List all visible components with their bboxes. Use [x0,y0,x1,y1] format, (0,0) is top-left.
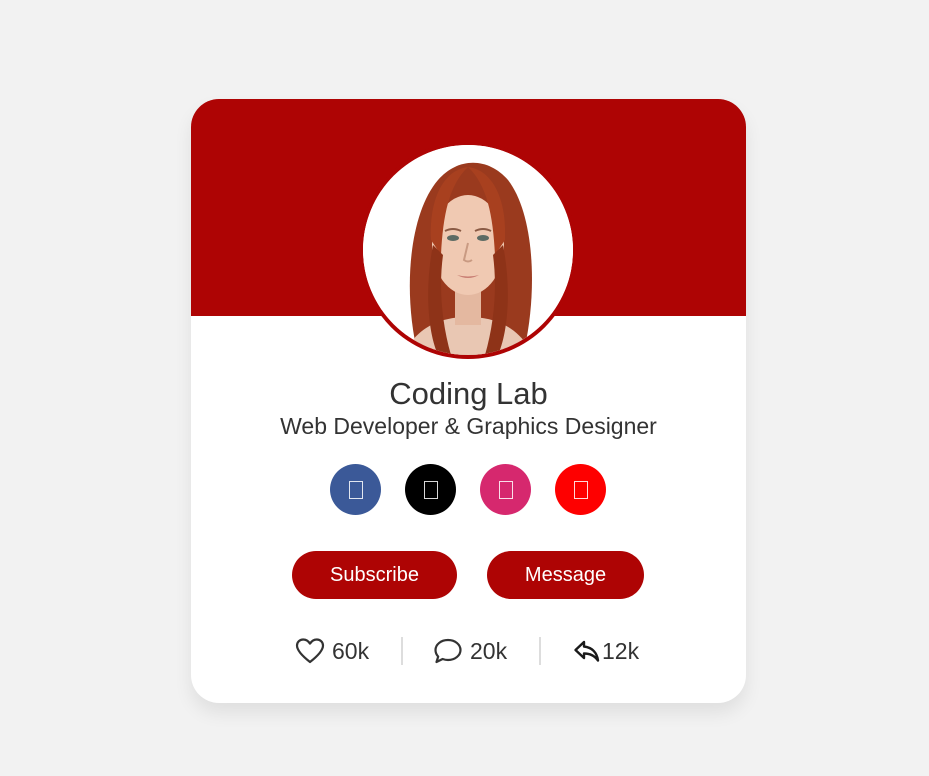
subscribe-button[interactable]: Subscribe [292,551,457,599]
divider [401,637,403,665]
twitter-link[interactable] [405,464,456,515]
youtube-icon [573,480,588,499]
avatar-image [363,145,573,355]
instagram-link[interactable] [480,464,531,515]
comments-stat[interactable]: 20k [433,634,507,668]
comments-count: 20k [470,637,508,664]
reply-icon [574,640,600,662]
facebook-icon [348,480,363,499]
comment-icon [434,638,462,664]
stats-row: 60k 20k 12k [191,634,746,668]
page: Coding Lab Web Developer & Graphics Desi… [0,0,929,776]
divider [539,637,541,665]
instagram-icon [498,480,513,499]
profile-card: Coding Lab Web Developer & Graphics Desi… [191,99,746,703]
heart-icon [295,638,325,664]
facebook-link[interactable] [330,464,381,515]
shares-count: 12k [602,637,640,664]
avatar-ring [359,141,577,359]
message-button[interactable]: Message [487,551,644,599]
youtube-link[interactable] [555,464,606,515]
shares-stat[interactable]: 12k [573,634,639,668]
likes-stat[interactable]: 60k [295,634,369,668]
likes-count: 60k [332,637,370,664]
avatar [363,145,573,355]
social-links [330,464,606,515]
twitter-icon [423,480,438,499]
profile-job: Web Developer & Graphics Designer [280,413,657,439]
profile-name: Coding Lab [389,376,548,411]
